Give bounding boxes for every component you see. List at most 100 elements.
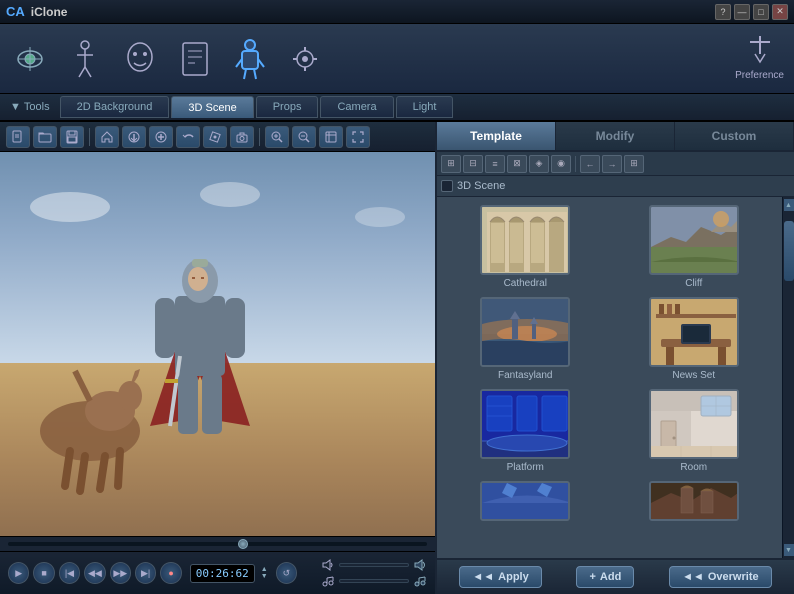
prev-frame-button[interactable]: |◀: [59, 562, 80, 584]
toolbar-motion-icon[interactable]: [175, 35, 215, 83]
reset-view-button[interactable]: [319, 126, 343, 148]
sub-icon-1[interactable]: ⊞: [441, 155, 461, 173]
sub-icon-7[interactable]: ←: [580, 155, 600, 173]
thumb-img-partial1[interactable]: [480, 481, 570, 521]
sub-icon-5[interactable]: ◈: [529, 155, 549, 173]
timeline-track[interactable]: [8, 542, 427, 546]
thumb-img-newsset[interactable]: [649, 297, 739, 367]
stop-button[interactable]: ■: [33, 562, 54, 584]
thumbnails-container: Cathedral: [437, 197, 794, 558]
play-button[interactable]: ▶: [8, 562, 29, 584]
music-track[interactable]: [339, 579, 409, 583]
close-button[interactable]: ✕: [772, 4, 788, 20]
preference-label: Preference: [735, 70, 784, 81]
thumb-img-fantasyland[interactable]: [480, 297, 570, 367]
thumb-platform[interactable]: Platform: [445, 389, 606, 473]
newsset-svg: [651, 299, 739, 367]
top-toolbar: Preference: [0, 24, 794, 94]
sub-icon-4[interactable]: ⊠: [507, 155, 527, 173]
thumb-room[interactable]: Room: [614, 389, 775, 473]
home-button[interactable]: [95, 126, 119, 148]
fullscreen-button[interactable]: [346, 126, 370, 148]
loop-button[interactable]: ↺: [276, 562, 297, 584]
voice-max-icon: [413, 559, 427, 571]
voice-icon: [321, 559, 335, 571]
right-tabs: Template Modify Custom: [437, 122, 794, 152]
thumb-cathedral[interactable]: Cathedral: [445, 205, 606, 289]
app-logo: CA: [6, 4, 25, 19]
timecode-spinners[interactable]: ▲ ▼: [261, 566, 268, 580]
thumb-newsset[interactable]: News Set: [614, 297, 775, 381]
tab-custom[interactable]: Custom: [675, 122, 794, 150]
thumb-img-cathedral[interactable]: [480, 205, 570, 275]
open-button[interactable]: [33, 126, 57, 148]
voice-track[interactable]: [339, 563, 409, 567]
right-scrollbar[interactable]: ▲ ▼: [782, 197, 794, 558]
add-button-right[interactable]: + Add: [576, 566, 634, 588]
timeline-handle[interactable]: [238, 539, 248, 549]
toolbar-body-icon[interactable]: [230, 35, 270, 83]
toolbar-settings-icon[interactable]: [285, 35, 325, 83]
sub-icon-6[interactable]: ◉: [551, 155, 571, 173]
music-slider[interactable]: [321, 575, 427, 587]
down-button[interactable]: [122, 126, 146, 148]
cathedral-bg: [482, 207, 568, 273]
voice-slider[interactable]: [321, 559, 427, 571]
camera-button[interactable]: [230, 126, 254, 148]
thumb-fantasyland[interactable]: Fantasyland: [445, 297, 606, 381]
thumbnails-area[interactable]: Cathedral: [437, 197, 782, 558]
new-button[interactable]: [6, 126, 30, 148]
apply-button[interactable]: ◄◄ Apply: [459, 566, 541, 588]
tab-props[interactable]: Props: [256, 96, 319, 118]
right-subtoolbar: ⊞ ⊟ ≡ ⊠ ◈ ◉ ← → ⊞: [437, 152, 794, 176]
thumb-cliff[interactable]: Cliff: [614, 205, 775, 289]
sub-icon-9[interactable]: ⊞: [624, 155, 644, 173]
undo-button[interactable]: [176, 126, 200, 148]
timeline-bar[interactable]: [0, 536, 435, 552]
tab-light[interactable]: Light: [396, 96, 454, 118]
sub-icon-2[interactable]: ⊟: [463, 155, 483, 173]
add-icon: +: [589, 571, 595, 583]
tab-3d-scene[interactable]: 3D Scene: [171, 96, 253, 118]
help-button[interactable]: ?: [715, 4, 731, 20]
toolbar-face-icon[interactable]: [120, 35, 160, 83]
scene-tree-label: 3D Scene: [457, 180, 505, 192]
thumb-img-platform[interactable]: [480, 389, 570, 459]
tab-modify[interactable]: Modify: [556, 122, 675, 150]
cliff-svg: [651, 207, 739, 275]
thumb-img-room[interactable]: [649, 389, 739, 459]
rewind-button[interactable]: ◀◀: [84, 562, 105, 584]
record-button[interactable]: ●: [160, 562, 181, 584]
thumb-partial1[interactable]: [445, 481, 606, 524]
thumb-img-partial2[interactable]: [649, 481, 739, 521]
overwrite-button[interactable]: ◄◄ Overwrite: [669, 566, 772, 588]
fast-forward-button[interactable]: ▶▶: [110, 562, 131, 584]
thumb-label-platform: Platform: [507, 462, 544, 473]
minimize-button[interactable]: —: [734, 4, 750, 20]
sub-icon-8[interactable]: →: [602, 155, 622, 173]
save-button[interactable]: [60, 126, 84, 148]
thumb-partial2[interactable]: [614, 481, 775, 524]
sub-icon-3[interactable]: ≡: [485, 155, 505, 173]
scene-checkbox[interactable]: [441, 180, 453, 192]
preference-button[interactable]: Preference: [735, 34, 784, 81]
transform-button[interactable]: [203, 126, 227, 148]
scroll-up-button[interactable]: ▲: [784, 199, 794, 211]
zoom-in-button[interactable]: [265, 126, 289, 148]
zoom-out-button[interactable]: [292, 126, 316, 148]
scene-tree-item[interactable]: 3D Scene: [441, 180, 790, 192]
add-button[interactable]: [149, 126, 173, 148]
tab-2d-background[interactable]: 2D Background: [60, 96, 170, 118]
scroll-track[interactable]: [784, 211, 794, 544]
toolbar-figure-icon[interactable]: [65, 35, 105, 83]
tab-template[interactable]: Template: [437, 122, 556, 150]
thumb-label-newsset: News Set: [672, 370, 715, 381]
thumb-img-cliff[interactable]: [649, 205, 739, 275]
apply-label: Apply: [498, 571, 529, 583]
scroll-thumb[interactable]: [784, 221, 794, 281]
next-frame-button[interactable]: ▶|: [135, 562, 156, 584]
maximize-button[interactable]: □: [753, 4, 769, 20]
tab-camera[interactable]: Camera: [320, 96, 393, 118]
scroll-down-button[interactable]: ▼: [784, 544, 794, 556]
toolbar-scene-icon[interactable]: [10, 35, 50, 83]
